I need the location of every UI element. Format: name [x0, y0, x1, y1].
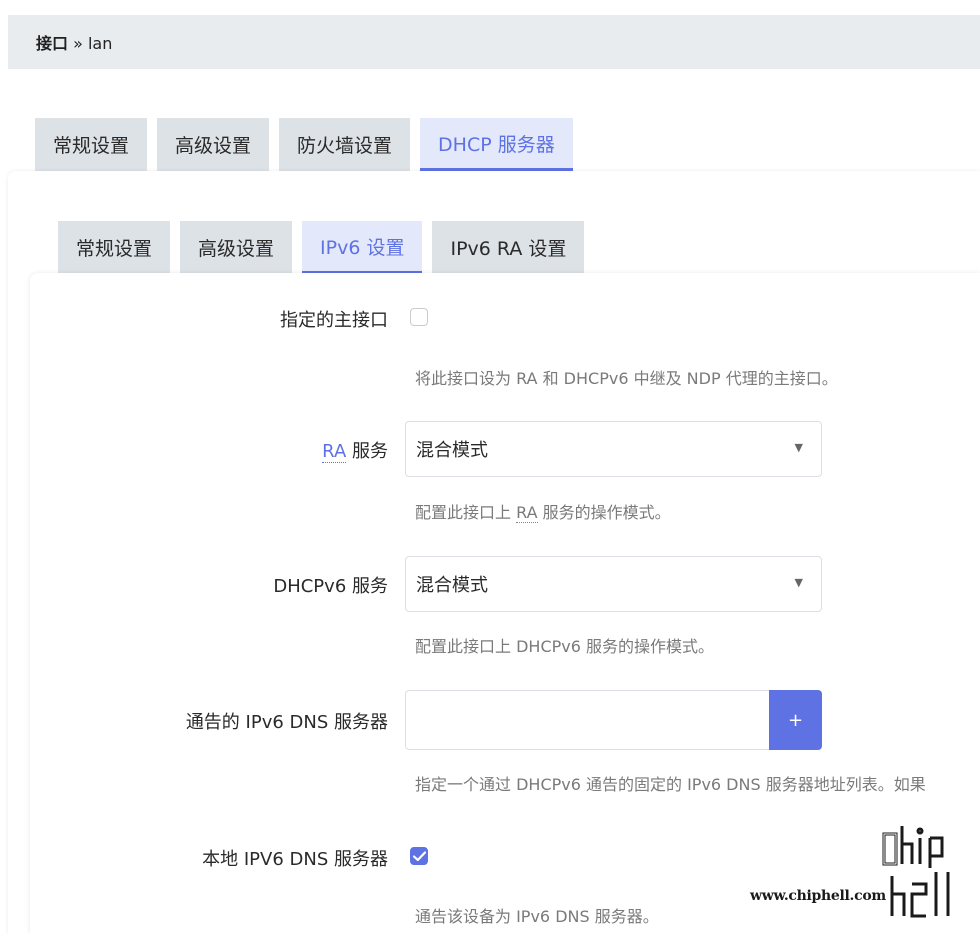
ra-abbr: RA — [516, 503, 538, 523]
tab-dhcp-server[interactable]: DHCP 服务器 — [420, 118, 573, 171]
desc-text: 配置此接口上 — [415, 503, 517, 522]
chevron-down-icon: ▼ — [794, 441, 803, 454]
chiphell-logo-icon — [882, 826, 950, 918]
tab-label: IPv6 设置 — [320, 236, 405, 259]
tab-label: 常规设置 — [53, 135, 130, 157]
tab-label: IPv6 RA 设置 — [450, 238, 567, 260]
desc-text: 服务的操作模式。 — [537, 503, 671, 522]
outer-tab-bar: 常规设置 高级设置 防火墙设置 DHCP 服务器 — [35, 118, 573, 171]
tab-label: 防火墙设置 — [297, 135, 393, 157]
ra-abbr: RA — [322, 441, 347, 463]
subtab-ipv6-settings[interactable]: IPv6 设置 — [302, 221, 423, 274]
ra-service-description: 配置此接口上 RA 服务的操作模式。 — [415, 499, 671, 523]
local-dns-label: 本地 IPV6 DNS 服务器 — [202, 849, 388, 870]
dhcpv6-service-value: 混合模式 — [416, 575, 488, 596]
ra-service-label-text: 服务 — [346, 441, 388, 462]
local-dns-checkbox[interactable] — [410, 847, 428, 865]
dhcpv6-service-description: 配置此接口上 DHCPv6 服务的操作模式。 — [415, 637, 714, 656]
watermark-text: www.chiphell.com — [750, 888, 886, 904]
master-interface-label: 指定的主接口 — [280, 310, 388, 331]
breadcrumb: 接口 » lan — [8, 15, 980, 69]
subtab-general-settings[interactable]: 常规设置 — [58, 221, 171, 274]
dhcpv6-service-select[interactable]: 混合模式 ▼ — [405, 556, 822, 612]
subtab-ipv6-ra-settings[interactable]: IPv6 RA 设置 — [432, 221, 585, 274]
tab-label: 高级设置 — [175, 135, 252, 157]
ra-service-select[interactable]: 混合模式 ▼ — [405, 421, 822, 477]
master-interface-description: 将此接口设为 RA 和 DHCPv6 中继及 NDP 代理的主接口。 — [415, 369, 838, 388]
breadcrumb-section[interactable]: 接口 — [36, 34, 68, 53]
tab-label: 高级设置 — [198, 238, 275, 260]
breadcrumb-current: lan — [87, 34, 113, 53]
tab-advanced-settings[interactable]: 高级设置 — [157, 118, 270, 171]
ra-service-value: 混合模式 — [416, 440, 488, 461]
ra-service-label: RA 服务 — [322, 437, 388, 463]
inner-tab-bar: 常规设置 高级设置 IPv6 设置 IPv6 RA 设置 — [58, 221, 585, 274]
announced-dns-description: 指定一个通过 DHCPv6 通告的固定的 IPv6 DNS 服务器地址列表。如果 — [415, 775, 926, 794]
tab-firewall-settings[interactable]: 防火墙设置 — [279, 118, 411, 171]
chevron-down-icon: ▼ — [794, 576, 803, 589]
add-dns-button[interactable]: + — [769, 690, 822, 750]
check-icon — [413, 851, 426, 862]
tab-label: DHCP 服务器 — [438, 133, 555, 156]
dhcpv6-service-label: DHCPv6 服务 — [273, 576, 388, 597]
tab-label: 常规设置 — [76, 238, 153, 260]
breadcrumb-separator: » — [68, 34, 88, 53]
announced-dns-label: 通告的 IPv6 DNS 服务器 — [185, 712, 388, 733]
local-dns-description: 通告该设备为 IPv6 DNS 服务器。 — [415, 907, 659, 926]
announced-dns-input[interactable] — [405, 690, 770, 750]
tab-general-settings[interactable]: 常规设置 — [35, 118, 148, 171]
master-interface-checkbox[interactable] — [410, 308, 428, 326]
subtab-advanced-settings[interactable]: 高级设置 — [180, 221, 293, 274]
